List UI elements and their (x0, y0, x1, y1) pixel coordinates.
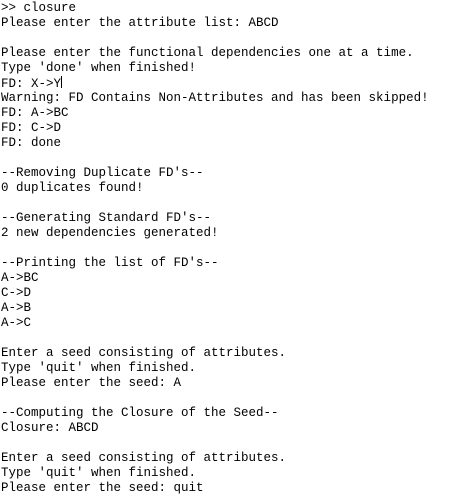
terminal-line-text: C->D (1, 286, 32, 300)
terminal-line-text: FD: X->Y (1, 77, 62, 91)
terminal-line-text: Enter a seed consisting of attributes. (1, 346, 287, 360)
terminal-line-text: Please enter the functional dependencies… (1, 46, 414, 60)
terminal-line-text: --Computing the Closure of the Seed-- (1, 406, 279, 420)
terminal-line-text: Type 'done' when finished! (1, 61, 197, 75)
text-cursor (61, 76, 63, 88)
terminal-line: Please enter the seed: quit (1, 481, 204, 496)
terminal-line: FD: A->BC (1, 106, 69, 121)
terminal-line-text: Warning: FD Contains Non-Attributes and … (1, 91, 429, 105)
terminal-line-text: FD: C->D (1, 121, 62, 135)
terminal-line-text: Enter a seed consisting of attributes. (1, 451, 287, 465)
terminal-line-text: A->B (1, 301, 32, 315)
terminal-line: A->C (1, 316, 31, 331)
terminal-line: --Generating Standard FD's-- (1, 211, 211, 226)
terminal-line-text: 2 new dependencies generated! (1, 226, 219, 240)
terminal-line: A->B (1, 301, 31, 316)
terminal-line: >> closure (1, 1, 76, 16)
terminal-line: Please enter the seed: A (1, 376, 181, 391)
terminal-line: A->BC (1, 271, 39, 286)
terminal-line-text: >> closure (1, 1, 77, 15)
terminal-line: --Computing the Closure of the Seed-- (1, 406, 279, 421)
terminal-line: C->D (1, 286, 31, 301)
terminal-line: Enter a seed consisting of attributes. (1, 346, 286, 361)
terminal-line: FD: C->D (1, 121, 61, 136)
terminal-line-text: Closure: ABCD (1, 421, 99, 435)
terminal-line-text: Please enter the attribute list: ABCD (1, 16, 279, 30)
terminal-line: Closure: ABCD (1, 421, 99, 436)
terminal-line: FD: X->Y (1, 76, 63, 91)
terminal-line-text: --Printing the list of FD's-- (1, 256, 219, 270)
terminal-line: Type 'done' when finished! (1, 61, 196, 76)
terminal-line: Please enter the attribute list: ABCD (1, 16, 279, 31)
terminal-line-text: A->C (1, 316, 32, 330)
terminal-line-text: Type 'quit' when finished. (1, 466, 197, 480)
terminal-window[interactable]: >> closure Please enter the attribute lis… (0, 0, 466, 499)
terminal-line-text: Please enter the seed: quit (1, 481, 204, 495)
terminal-line-text: --Generating Standard FD's-- (1, 211, 212, 225)
terminal-line-text: --Removing Duplicate FD's-- (1, 166, 204, 180)
terminal-line: Type 'quit' when finished. (1, 361, 196, 376)
terminal-line: --Removing Duplicate FD's-- (1, 166, 204, 181)
terminal-line-text: Type 'quit' when finished. (1, 361, 197, 375)
terminal-line-text: A->BC (1, 271, 39, 285)
terminal-line: 2 new dependencies generated! (1, 226, 219, 241)
terminal-line: Please enter the functional dependencies… (1, 46, 414, 61)
terminal-line: Type 'quit' when finished. (1, 466, 196, 481)
terminal-line: Warning: FD Contains Non-Attributes and … (1, 91, 429, 106)
terminal-line: Enter a seed consisting of attributes. (1, 451, 286, 466)
terminal-line-text: FD: done (1, 136, 62, 150)
terminal-line-text: 0 duplicates found! (1, 181, 144, 195)
terminal-line: --Printing the list of FD's-- (1, 256, 219, 271)
terminal-line: FD: done (1, 136, 61, 151)
terminal-line-text: Please enter the seed: A (1, 376, 182, 390)
terminal-line: 0 duplicates found! (1, 181, 144, 196)
terminal-line-text: FD: A->BC (1, 106, 69, 120)
